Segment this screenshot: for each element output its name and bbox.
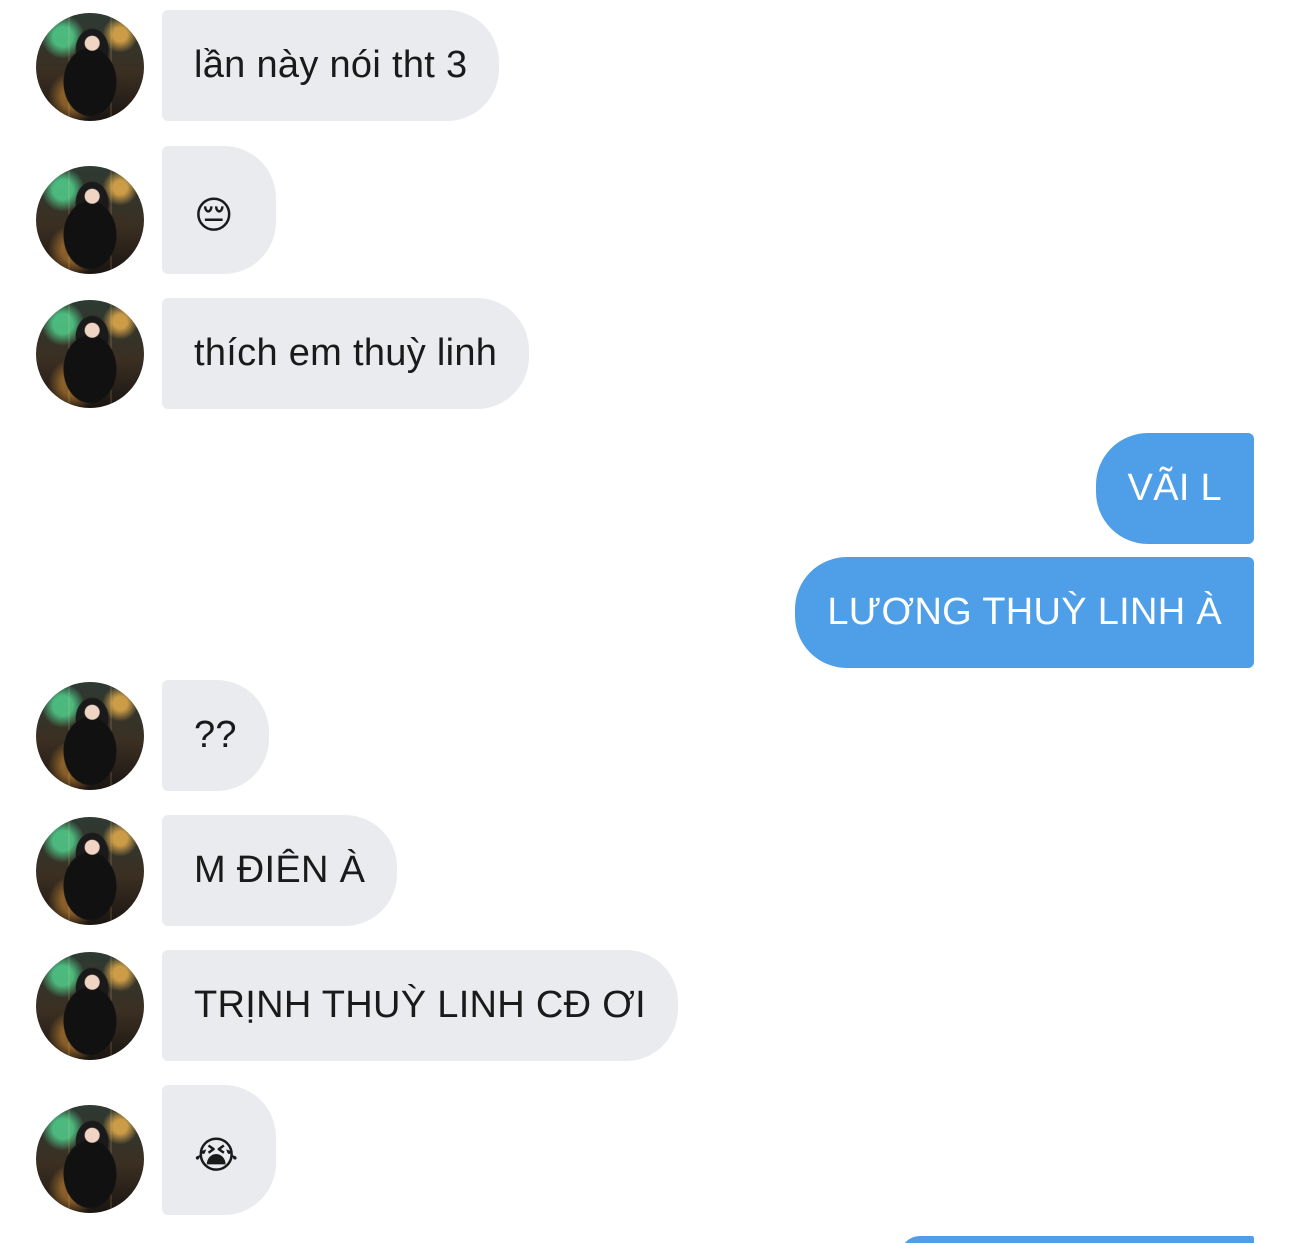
incoming-message[interactable]: lần này nói tht 3	[0, 10, 1290, 121]
contact-avatar[interactable]	[36, 166, 144, 274]
message-bubble[interactable]: thích em thuỳ linh	[162, 298, 530, 409]
outgoing-message-partial[interactable]	[0, 1236, 1290, 1243]
incoming-message[interactable]: M ĐIÊN À	[0, 815, 1290, 926]
contact-avatar[interactable]	[36, 300, 144, 408]
message-bubble-partial[interactable]	[900, 1236, 1254, 1243]
contact-avatar[interactable]	[36, 682, 144, 790]
message-bubble[interactable]: TRỊNH THUỲ LINH CĐ ƠI	[162, 950, 678, 1061]
incoming-message[interactable]: TRỊNH THUỲ LINH CĐ ƠI	[0, 950, 1290, 1061]
outgoing-message[interactable]: VÃI L	[0, 433, 1290, 544]
message-thread: lần này nói tht 3 😔 thích em thuỳ linh V…	[0, 0, 1290, 1243]
contact-avatar[interactable]	[36, 952, 144, 1060]
message-bubble[interactable]: ??	[162, 680, 269, 791]
message-bubble[interactable]: LƯƠNG THUỲ LINH À	[795, 557, 1254, 668]
message-bubble[interactable]: VÃI L	[1095, 433, 1254, 544]
outgoing-message[interactable]: LƯƠNG THUỲ LINH À	[0, 557, 1290, 668]
contact-avatar[interactable]	[36, 817, 144, 925]
incoming-message[interactable]: 😭	[0, 1085, 1290, 1215]
incoming-message[interactable]: thích em thuỳ linh	[0, 298, 1290, 409]
contact-avatar[interactable]	[36, 1105, 144, 1213]
message-bubble-emoji[interactable]: 😔	[162, 146, 276, 274]
message-bubble[interactable]: lần này nói tht 3	[162, 10, 500, 121]
incoming-message[interactable]: ??	[0, 680, 1290, 791]
message-bubble[interactable]: M ĐIÊN À	[162, 815, 398, 926]
incoming-message[interactable]: 😔	[0, 146, 1290, 274]
message-bubble-emoji[interactable]: 😭	[162, 1085, 276, 1215]
contact-avatar[interactable]	[36, 13, 144, 121]
